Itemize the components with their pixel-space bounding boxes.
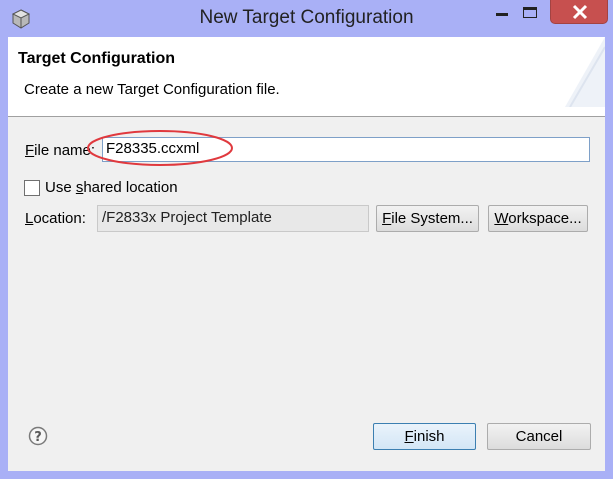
title-bar[interactable]: New Target Configuration — [0, 0, 613, 37]
help-icon[interactable]: ? — [28, 426, 48, 446]
dialog-content: Target Configuration Create a new Target… — [8, 37, 605, 471]
location-field: /F2833x Project Template — [97, 205, 369, 232]
banner-title: Target Configuration — [18, 50, 176, 67]
file-name-label: File name: — [25, 142, 96, 159]
shared-location-label[interactable]: Use shared location — [45, 179, 178, 196]
banner-decoration — [565, 37, 605, 107]
shared-location-checkbox[interactable] — [24, 180, 40, 196]
svg-text:?: ? — [34, 430, 42, 445]
close-button[interactable] — [550, 0, 608, 24]
dialog-window: New Target Configuration Target Configur… — [0, 0, 613, 479]
header-banner: Target Configuration Create a new Target… — [8, 37, 605, 117]
minimize-button[interactable] — [487, 0, 515, 24]
close-icon — [572, 4, 588, 20]
highlight-ellipse-annotation — [87, 130, 233, 166]
file-system-button[interactable]: File System... — [376, 205, 479, 232]
finish-button[interactable]: Finish — [373, 423, 476, 450]
location-label: Location: — [25, 210, 86, 227]
cancel-button[interactable]: Cancel — [487, 423, 591, 450]
workspace-button[interactable]: Workspace... — [488, 205, 588, 232]
banner-description: Create a new Target Configuration file. — [24, 81, 280, 98]
maximize-button[interactable] — [515, 0, 543, 24]
